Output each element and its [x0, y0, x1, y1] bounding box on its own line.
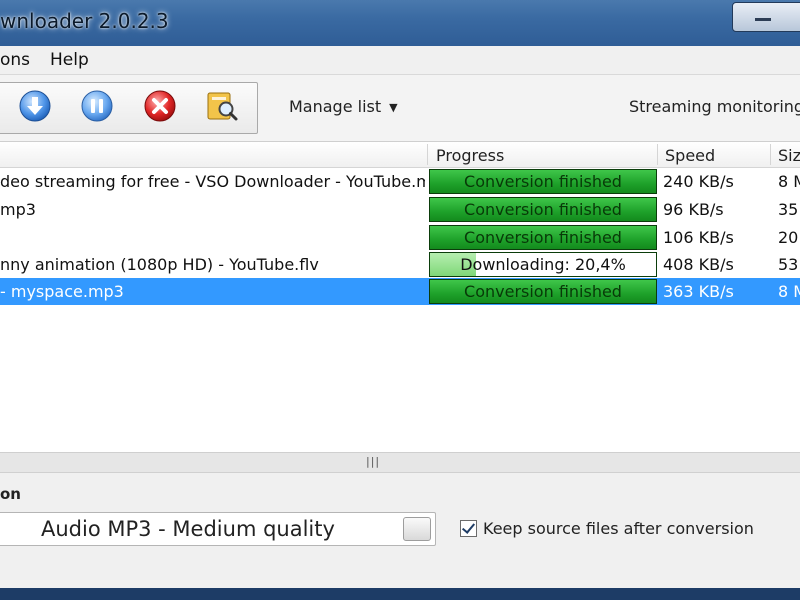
menu-bar: ons Help	[0, 46, 800, 75]
file-name: deo streaming for free - VSO Downloader …	[0, 172, 425, 191]
size-value: 8 M	[778, 172, 800, 191]
size-value: 53 I	[778, 255, 800, 274]
file-name: mp3	[0, 200, 36, 219]
inspect-button[interactable]	[205, 89, 239, 123]
toolbar: Manage list ▼ Streaming monitoring	[0, 75, 800, 142]
progress-bar: Conversion finished	[429, 225, 657, 250]
progress-bar: Conversion finished	[429, 279, 657, 304]
pause-icon	[81, 90, 113, 122]
table-row[interactable]: Conversion finished 106 KB/s 20 I	[0, 224, 800, 251]
conversion-panel: on Audio MP3 - Medium quality Keep sourc…	[0, 472, 800, 589]
progress-text: Conversion finished	[464, 282, 622, 301]
menu-help[interactable]: Help	[50, 50, 89, 70]
streaming-monitoring-button[interactable]: Streaming monitoring	[629, 97, 800, 116]
file-name: - myspace.mp3	[0, 282, 124, 301]
progress-text: Conversion finished	[464, 200, 622, 219]
stop-icon	[144, 90, 176, 122]
column-header-speed[interactable]: Speed	[665, 146, 715, 165]
column-divider[interactable]	[427, 144, 428, 165]
column-divider[interactable]	[770, 144, 771, 165]
progress-text: Downloading: 20,4%	[460, 255, 626, 274]
download-icon	[19, 90, 51, 122]
chevron-down-icon: ▼	[389, 101, 398, 114]
preset-options-button[interactable]	[403, 517, 431, 541]
pause-button[interactable]	[80, 89, 114, 123]
preset-value: Audio MP3 - Medium quality	[41, 517, 335, 541]
manage-list-button[interactable]: Manage list ▼	[289, 97, 398, 116]
inspect-icon	[207, 92, 238, 121]
size-value: 35 I	[778, 200, 800, 219]
column-divider[interactable]	[657, 144, 658, 165]
keep-source-checkbox[interactable]: Keep source files after conversion	[460, 519, 754, 538]
speed-value: 106 KB/s	[663, 228, 734, 247]
table-row-selected[interactable]: - myspace.mp3 Conversion finished 363 KB…	[0, 278, 800, 305]
section-label: on	[0, 485, 21, 503]
size-value: 8 M	[778, 282, 800, 301]
size-value: 20 I	[778, 228, 800, 247]
conversion-preset-select[interactable]: Audio MP3 - Medium quality	[0, 512, 436, 546]
list-header: Progress Speed Siz	[0, 142, 800, 168]
speed-value: 363 KB/s	[663, 282, 734, 301]
window-controls	[732, 2, 800, 32]
stop-button[interactable]	[143, 89, 177, 123]
keep-source-label: Keep source files after conversion	[483, 519, 754, 538]
speed-value: 96 KB/s	[663, 200, 724, 219]
minimize-button[interactable]	[755, 18, 771, 21]
progress-text: Conversion finished	[464, 228, 622, 247]
horizontal-scrollbar[interactable]: |||	[0, 452, 800, 472]
progress-text: Conversion finished	[464, 172, 622, 191]
table-row[interactable]: mp3 Conversion finished 96 KB/s 35 I	[0, 196, 800, 223]
download-button[interactable]	[18, 89, 52, 123]
manage-list-label: Manage list	[289, 97, 382, 116]
checkbox-checked-icon[interactable]	[460, 520, 477, 537]
scrollbar-grip-icon[interactable]: |||	[366, 455, 380, 468]
window-bottom-border	[0, 588, 800, 600]
download-list[interactable]: Progress Speed Siz deo streaming for fre…	[0, 142, 800, 454]
column-header-size[interactable]: Siz	[778, 146, 800, 165]
table-row[interactable]: nny animation (1080p HD) - YouTube.flv D…	[0, 251, 800, 278]
window-title: wnloader 2.0.2.3	[0, 9, 169, 33]
column-header-progress[interactable]: Progress	[436, 146, 504, 165]
progress-bar: Downloading: 20,4%	[429, 252, 657, 277]
speed-value: 240 KB/s	[663, 172, 734, 191]
menu-options[interactable]: ons	[0, 50, 30, 70]
title-bar: wnloader 2.0.2.3	[0, 0, 800, 46]
file-name: nny animation (1080p HD) - YouTube.flv	[0, 255, 319, 274]
progress-bar: Conversion finished	[429, 197, 657, 222]
progress-bar: Conversion finished	[429, 169, 657, 194]
table-row[interactable]: deo streaming for free - VSO Downloader …	[0, 168, 800, 195]
speed-value: 408 KB/s	[663, 255, 734, 274]
